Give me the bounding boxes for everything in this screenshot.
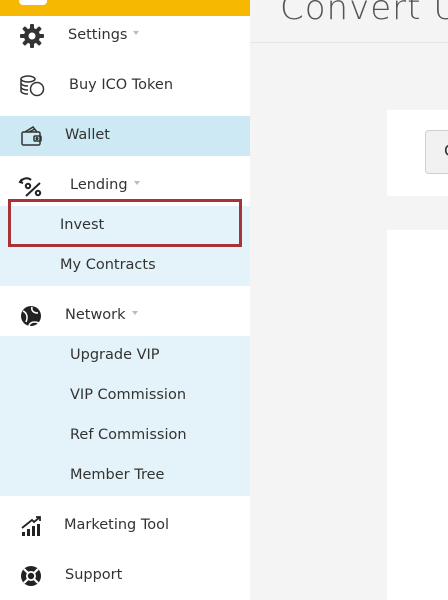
- sidebar-item-buy-ico-token[interactable]: Buy ICO Token: [0, 66, 250, 106]
- sidebar-subitem-ref-commission[interactable]: Ref Commission: [0, 416, 250, 456]
- sidebar-item-lending[interactable]: Lending: [0, 166, 250, 206]
- sidebar-item-support[interactable]: Support: [0, 556, 250, 596]
- vip-commission-label: VIP Commission: [70, 387, 187, 403]
- sidebar-item-wallet[interactable]: Wallet: [0, 116, 250, 156]
- sidebar: Settings Buy ICO Token Wallet Lending In…: [0, 0, 250, 600]
- sidebar-item-network[interactable]: Network: [0, 296, 250, 336]
- settings-label: Settings: [68, 27, 128, 43]
- wallet-icon: [18, 124, 46, 148]
- chevron-down-icon: [131, 311, 138, 315]
- header-divider: [250, 42, 448, 43]
- lifebuoy-icon: [18, 564, 46, 588]
- percent-icon: [18, 174, 46, 198]
- my-contracts-label: My Contracts: [60, 257, 156, 273]
- content-card: [387, 230, 448, 600]
- upgrade-vip-label: Upgrade VIP: [70, 347, 160, 363]
- member-tree-label: Member Tree: [70, 467, 165, 483]
- invest-label: Invest: [60, 217, 105, 233]
- buy-ico-token-label: Buy ICO Token: [69, 77, 174, 93]
- card-button[interactable]: C: [425, 130, 448, 174]
- sidebar-subitem-member-tree[interactable]: Member Tree: [0, 456, 250, 496]
- marketing-tool-label: Marketing Tool: [64, 517, 170, 533]
- top-card: C: [387, 110, 448, 196]
- chevron-down-icon: [133, 31, 140, 35]
- page-title: Convert U: [280, 0, 448, 28]
- gear-icon: [18, 24, 46, 48]
- ref-commission-label: Ref Commission: [70, 427, 187, 443]
- lending-label: Lending: [70, 177, 128, 193]
- sidebar-subitem-invest[interactable]: Invest: [0, 206, 250, 246]
- chevron-down-icon: [133, 181, 140, 185]
- sidebar-subitem-my-contracts[interactable]: My Contracts: [0, 246, 250, 286]
- sidebar-top-accent: [0, 0, 250, 16]
- wallet-label: Wallet: [65, 127, 110, 143]
- top-tab: [19, 0, 47, 5]
- growth-chart-icon: [18, 514, 46, 538]
- globe-icon: [18, 304, 46, 328]
- sidebar-subitem-upgrade-vip[interactable]: Upgrade VIP: [0, 336, 250, 376]
- sidebar-subitem-vip-commission[interactable]: VIP Commission: [0, 376, 250, 416]
- sidebar-item-settings[interactable]: Settings: [0, 16, 250, 56]
- network-label: Network: [65, 307, 126, 323]
- support-label: Support: [65, 567, 123, 583]
- main-content: Convert U C: [250, 0, 448, 600]
- sidebar-item-marketing-tool[interactable]: Marketing Tool: [0, 506, 250, 546]
- coins-icon: [18, 74, 46, 98]
